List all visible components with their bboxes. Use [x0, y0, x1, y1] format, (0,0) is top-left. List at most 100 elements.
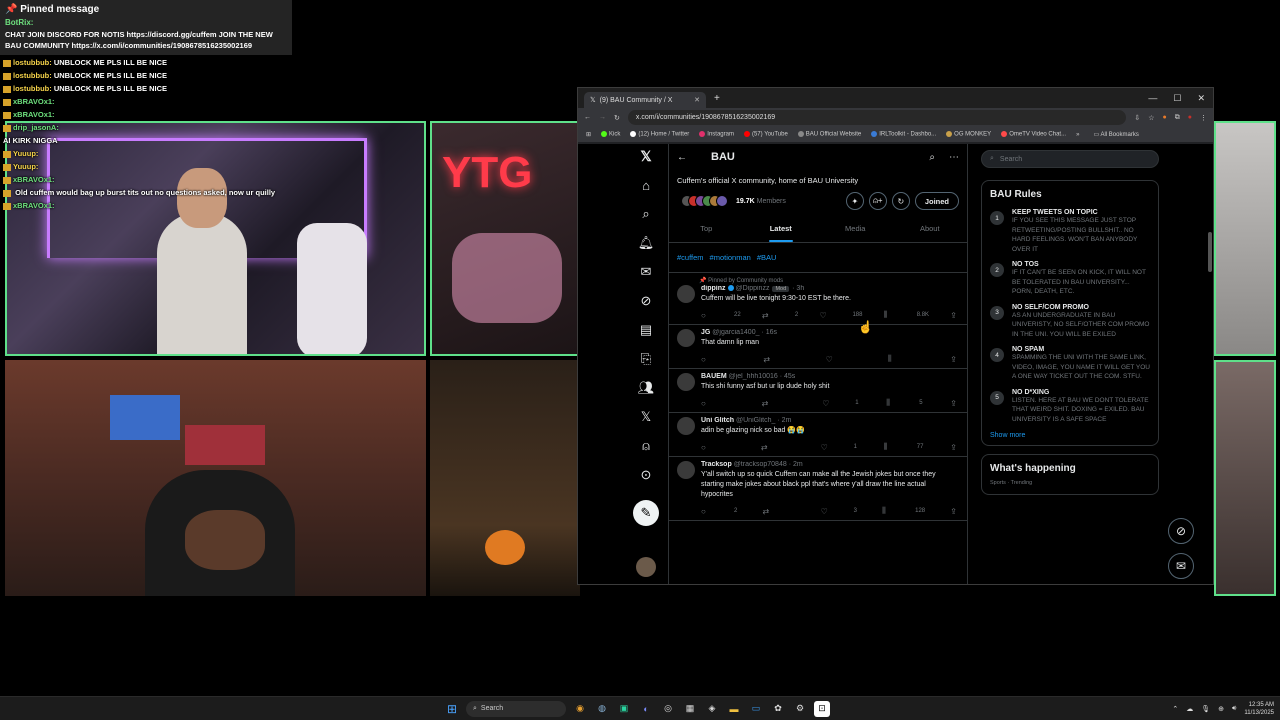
post[interactable]: Uni Glitch @UniGlitch_ · 2m adin be glaz…	[669, 413, 967, 457]
chrome-icon[interactable]: ◉	[572, 701, 588, 717]
x-logo-icon[interactable]: 𝕏	[638, 148, 654, 164]
post-button[interactable]: ✎	[633, 500, 659, 526]
all-bookmarks[interactable]: ▭ All Bookmarks	[1093, 131, 1138, 138]
app-icon[interactable]: ◎	[660, 701, 676, 717]
bookmark-bau[interactable]: BAU Official Website	[797, 131, 861, 138]
app-icon[interactable]: ⚙	[792, 701, 808, 717]
reply-button[interactable]: ○ 22	[701, 310, 741, 320]
search-icon[interactable]: ⌕	[929, 152, 935, 163]
steam-icon[interactable]: ◍	[594, 701, 610, 717]
like-button[interactable]: ♡ 1	[822, 398, 858, 408]
grok-fab-button[interactable]: ⊘	[1168, 518, 1194, 544]
minimize-icon[interactable]: —	[1148, 93, 1157, 104]
cloud-icon[interactable]: ☁	[1186, 705, 1193, 713]
post-time[interactable]: · 2m	[777, 417, 791, 424]
repost-button[interactable]: ⇄	[762, 506, 795, 516]
tab-media[interactable]: Media	[818, 215, 893, 242]
app-icon[interactable]: ▭	[748, 701, 764, 717]
post-avatar[interactable]	[677, 461, 695, 479]
share-button[interactable]: ⇪	[950, 310, 957, 320]
repost-button[interactable]: ⇄	[762, 398, 795, 408]
views-button[interactable]: ⫼ 8.8K	[884, 310, 929, 320]
post-avatar[interactable]	[677, 417, 695, 435]
post-author-name[interactable]: Tracksop	[701, 461, 732, 468]
reply-button[interactable]: ○ 2	[701, 506, 737, 516]
menu-icon[interactable]: ⋮	[1200, 114, 1207, 122]
like-button[interactable]: ♡ 188	[819, 310, 862, 320]
account-avatar[interactable]	[636, 557, 656, 577]
invite-user-icon[interactable]: ⍝+	[868, 192, 887, 210]
notifications-bell-icon[interactable]: 🔔︎	[638, 235, 655, 251]
share-button[interactable]: ⇪	[950, 442, 957, 452]
forward-icon[interactable]: →	[599, 114, 606, 121]
chevron-up-icon[interactable]: ⌃	[1172, 705, 1178, 713]
capcut-icon[interactable]: ⊡	[814, 700, 830, 717]
like-button[interactable]: ♡ 1	[821, 442, 857, 452]
post-avatar[interactable]	[677, 329, 695, 347]
post-time[interactable]: · 45s	[780, 373, 796, 380]
post-time[interactable]: · 3h	[792, 285, 804, 292]
profile-icon[interactable]: ⍝	[638, 438, 654, 454]
views-button[interactable]: ⫼	[888, 354, 921, 364]
windows-start-icon[interactable]: ⊞	[444, 701, 460, 717]
like-button[interactable]: ♡	[826, 354, 859, 364]
app-icon[interactable]: ▣	[616, 701, 632, 717]
network-icon[interactable]: ⊕	[1218, 705, 1224, 713]
messages-envelope-icon[interactable]: ✉	[638, 264, 654, 280]
scrollbar-thumb[interactable]	[1208, 232, 1212, 272]
post-avatar[interactable]	[677, 285, 695, 303]
reload-icon[interactable]: ↻	[614, 114, 620, 122]
post-author-name[interactable]: BAUEM	[701, 373, 727, 380]
member-avatars[interactable]	[677, 195, 728, 207]
url-input[interactable]: x.com/i/communities/1908678516235002169	[627, 110, 1127, 125]
post-author-name[interactable]: JG	[701, 329, 710, 336]
repost-button[interactable]: ⇄	[763, 354, 796, 364]
post-author-handle[interactable]: @jel_hhh10016	[729, 373, 778, 380]
messages-fab-button[interactable]: ✉	[1168, 553, 1194, 579]
share-button[interactable]: ⇪	[950, 506, 957, 516]
mic-icon[interactable]: 🎙︎	[1201, 705, 1210, 713]
like-button[interactable]: ♡ 3	[821, 506, 857, 516]
volume-icon[interactable]: 🔊︎	[1232, 705, 1236, 713]
share-button[interactable]: ⇪	[950, 354, 957, 364]
post-author-handle[interactable]: @Dippinzz	[736, 285, 770, 292]
reply-button[interactable]: ○	[701, 354, 734, 364]
tab-about[interactable]: About	[893, 215, 968, 242]
bookmark-youtube[interactable]: (57) YouTube	[743, 131, 788, 138]
post-time[interactable]: · 2m	[789, 461, 803, 468]
bookmark-twitter[interactable]: (12) Home / Twitter	[630, 131, 689, 138]
sparkle-icon[interactable]: ✦	[845, 192, 864, 210]
views-button[interactable]: ⫼ 77	[884, 442, 924, 452]
tab-latest[interactable]: Latest	[744, 215, 819, 242]
apps-icon[interactable]: ⊞	[586, 131, 591, 138]
new-tab-button[interactable]: +	[714, 93, 720, 104]
bookmark-star-icon[interactable]: ☆	[1148, 114, 1154, 122]
extension-icon[interactable]: ●	[1163, 114, 1167, 121]
show-more-link[interactable]: Show more	[982, 428, 1158, 439]
system-clock[interactable]: 12:35 AM 11/13/2025	[1244, 701, 1274, 717]
lists-icon[interactable]: ▤	[638, 322, 654, 338]
share-button[interactable]: ⇪	[950, 398, 957, 408]
post-author-name[interactable]: dippinz	[701, 285, 726, 292]
hashtag-link[interactable]: #BAU	[757, 253, 777, 262]
profile-icon[interactable]: ●	[1188, 114, 1192, 121]
repost-button[interactable]: ⇄	[761, 442, 794, 452]
close-tab-icon[interactable]: ✕	[694, 96, 700, 104]
post[interactable]: Tracksop @tracksop70848 · 2m Y'all switc…	[669, 457, 967, 521]
search-input[interactable]: ⌕ Search	[981, 150, 1159, 168]
bookmark-instagram[interactable]: Instagram	[699, 131, 734, 138]
post-author-handle[interactable]: @tracksop70848	[734, 461, 787, 468]
home-icon[interactable]: ⌂	[638, 177, 654, 193]
close-window-icon[interactable]: ✕	[1197, 93, 1205, 104]
post-time[interactable]: · 16s	[761, 329, 777, 336]
post[interactable]: BAUEM @jel_hhh10016 · 45s This shi funny…	[669, 369, 967, 413]
members-count[interactable]: 19.7K Members	[736, 198, 786, 205]
tab-top[interactable]: Top	[669, 215, 744, 242]
file-explorer-icon[interactable]: ▬	[726, 701, 742, 717]
views-button[interactable]: ⫼ 128	[882, 506, 925, 516]
app-icon[interactable]: ▦	[682, 701, 698, 717]
joined-button[interactable]: Joined	[914, 192, 959, 210]
extensions-icon[interactable]: ⧉	[1175, 114, 1180, 122]
bookmark-kick[interactable]: Kick	[601, 131, 620, 138]
hashtag-link[interactable]: #cuffem	[677, 253, 704, 262]
